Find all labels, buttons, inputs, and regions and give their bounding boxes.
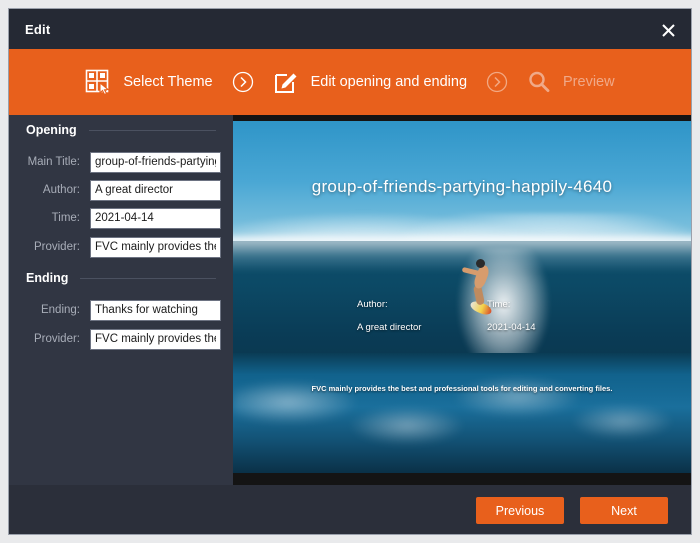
step-preview[interactable]: Preview bbox=[527, 70, 615, 94]
overlay-meta-labels: Author: Time: bbox=[357, 299, 617, 310]
overlay-author-value: A great director bbox=[357, 322, 422, 333]
previous-button[interactable]: Previous bbox=[476, 497, 564, 524]
field-main-title: Main Title: bbox=[26, 151, 221, 173]
field-opening-provider-label: Provider: bbox=[33, 241, 80, 253]
chevron-right-circle-icon bbox=[486, 71, 508, 93]
dialog-body: Opening Main Title: Author: Time: Provid… bbox=[9, 115, 691, 485]
surfer-head bbox=[475, 258, 485, 268]
preview-pane: group-of-friends-partying-happily-4640 A… bbox=[233, 115, 691, 485]
edit-dialog: Edit Select Theme Edit opening and endin… bbox=[8, 8, 692, 535]
overlay-provider-text: FVC mainly provides the best and profess… bbox=[311, 384, 613, 393]
title-bar: Edit bbox=[9, 9, 691, 49]
overlay-author-label: Author: bbox=[357, 299, 388, 310]
section-header-opening-label: Opening bbox=[26, 123, 77, 137]
field-time-label: Time: bbox=[51, 212, 80, 224]
field-time: Time: bbox=[26, 207, 221, 229]
ending-input[interactable] bbox=[90, 299, 221, 321]
main-title-input[interactable] bbox=[90, 151, 221, 173]
theme-grid-cursor-icon bbox=[85, 69, 111, 95]
field-ending-provider: Provider: bbox=[26, 328, 221, 350]
dialog-footer: Previous Next bbox=[9, 485, 691, 534]
section-header-ending-label: Ending bbox=[26, 271, 69, 285]
overlay-time-value: 2021-04-14 bbox=[487, 322, 536, 333]
field-ending-provider-label: Provider: bbox=[33, 333, 80, 345]
close-button[interactable] bbox=[655, 17, 681, 43]
divider bbox=[88, 129, 216, 131]
close-icon bbox=[661, 23, 675, 37]
surfer-arm bbox=[461, 266, 481, 276]
settings-sidebar: Opening Main Title: Author: Time: Provid… bbox=[9, 115, 233, 485]
ocean-foam-layer bbox=[233, 360, 691, 466]
edit-pencil-square-icon bbox=[273, 69, 299, 95]
chevron-right-circle-icon bbox=[232, 71, 253, 93]
step-select-theme-label: Select Theme bbox=[123, 74, 213, 90]
field-main-title-label: Main Title: bbox=[27, 156, 80, 168]
step-select-theme[interactable]: Select Theme bbox=[85, 69, 213, 95]
overlay-meta: Author: Time: A great director 2021-04-1… bbox=[357, 299, 617, 345]
opening-provider-input[interactable] bbox=[90, 236, 221, 258]
step-edit-opening-ending-label: Edit opening and ending bbox=[310, 74, 468, 90]
ending-provider-input[interactable] bbox=[90, 328, 221, 350]
video-preview[interactable]: group-of-friends-partying-happily-4640 A… bbox=[233, 121, 691, 473]
step-separator-2 bbox=[467, 71, 527, 93]
field-ending-label: Ending: bbox=[40, 304, 80, 316]
overlay-meta-values: A great director 2021-04-14 bbox=[357, 322, 617, 333]
field-author: Author: bbox=[26, 179, 221, 201]
time-input[interactable] bbox=[90, 207, 221, 229]
field-opening-provider: Provider: bbox=[26, 236, 221, 258]
step-edit-opening-ending[interactable]: Edit opening and ending bbox=[273, 69, 467, 95]
field-ending: Ending: bbox=[26, 299, 221, 321]
next-button[interactable]: Next bbox=[580, 497, 668, 524]
overlay-main-title: group-of-friends-partying-happily-4640 bbox=[311, 177, 613, 196]
step-separator-1 bbox=[213, 71, 273, 93]
field-author-label: Author: bbox=[42, 184, 80, 196]
author-input[interactable] bbox=[90, 179, 221, 201]
divider bbox=[80, 277, 216, 279]
section-header-opening: Opening bbox=[26, 123, 216, 137]
section-header-ending: Ending bbox=[26, 271, 216, 285]
page-title: Edit bbox=[25, 21, 51, 37]
search-magnifier-icon bbox=[527, 70, 551, 94]
step-toolbar: Select Theme Edit opening and ending Pre… bbox=[9, 49, 691, 115]
overlay-time-label: Time: bbox=[487, 299, 511, 310]
step-preview-label: Preview bbox=[563, 74, 615, 90]
